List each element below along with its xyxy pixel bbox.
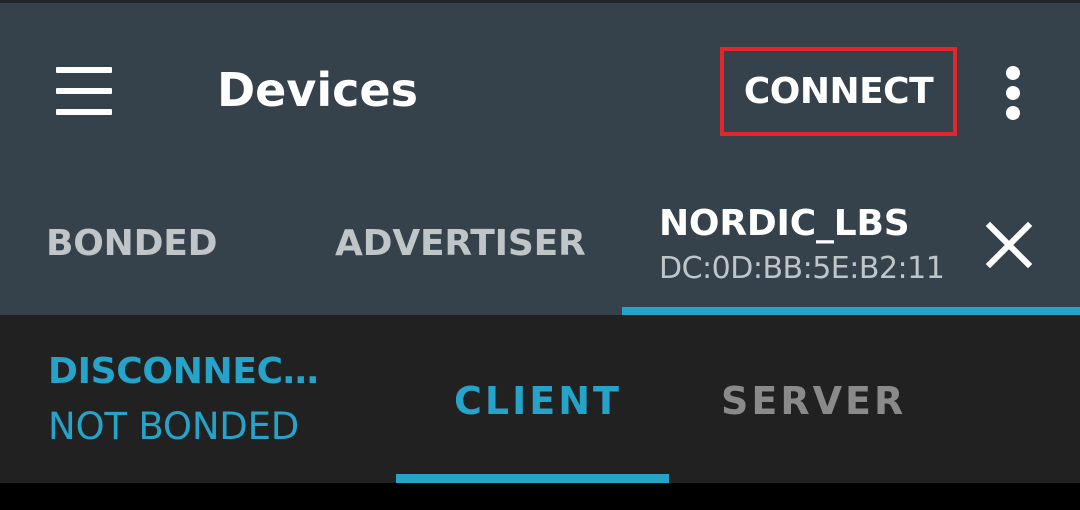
bottom-edge	[0, 483, 1080, 510]
overflow-dot	[1006, 86, 1020, 100]
tab-server-label: SERVER	[721, 379, 907, 423]
tab-advertiser-label: ADVERTISER	[335, 223, 586, 264]
connection-status: DISCONNEC…	[48, 351, 319, 392]
device-panel: DISCONNEC… NOT BONDED CLIENT SERVER	[0, 315, 1080, 483]
menu-bar-line	[56, 67, 112, 73]
close-icon[interactable]	[974, 210, 1044, 280]
device-tab-indicator	[622, 307, 1080, 315]
hamburger-menu-icon[interactable]	[40, 53, 130, 133]
tab-bonded[interactable]: BONDED	[20, 203, 250, 315]
app-bar: Devices CONNECT BONDED ADVERTISER NORDIC…	[0, 3, 1080, 315]
menu-bar-line	[56, 88, 112, 94]
tab-device-nordic-lbs[interactable]: NORDIC_LBS DC:0D:BB:5E:B2:11	[640, 203, 970, 315]
tab-server[interactable]: SERVER	[680, 315, 940, 483]
connect-button-label: CONNECT	[743, 71, 934, 112]
overflow-dot	[1006, 66, 1020, 80]
client-tab-indicator	[396, 474, 669, 483]
overflow-dot	[1006, 106, 1020, 120]
tab-bonded-label: BONDED	[46, 223, 218, 264]
tab-client-label: CLIENT	[454, 379, 622, 423]
more-vert-icon[interactable]	[985, 58, 1043, 128]
tab-advertiser[interactable]: ADVERTISER	[300, 203, 610, 315]
device-address: DC:0D:BB:5E:B2:11	[659, 251, 945, 286]
tab-client[interactable]: CLIENT	[396, 315, 669, 483]
menu-bar-line	[56, 109, 112, 115]
bond-status: NOT BONDED	[48, 405, 300, 448]
connect-button[interactable]: CONNECT	[720, 47, 957, 136]
device-name: NORDIC_LBS	[659, 203, 910, 244]
page-title: Devices	[217, 63, 418, 117]
screen: Devices CONNECT BONDED ADVERTISER NORDIC…	[0, 0, 1080, 510]
